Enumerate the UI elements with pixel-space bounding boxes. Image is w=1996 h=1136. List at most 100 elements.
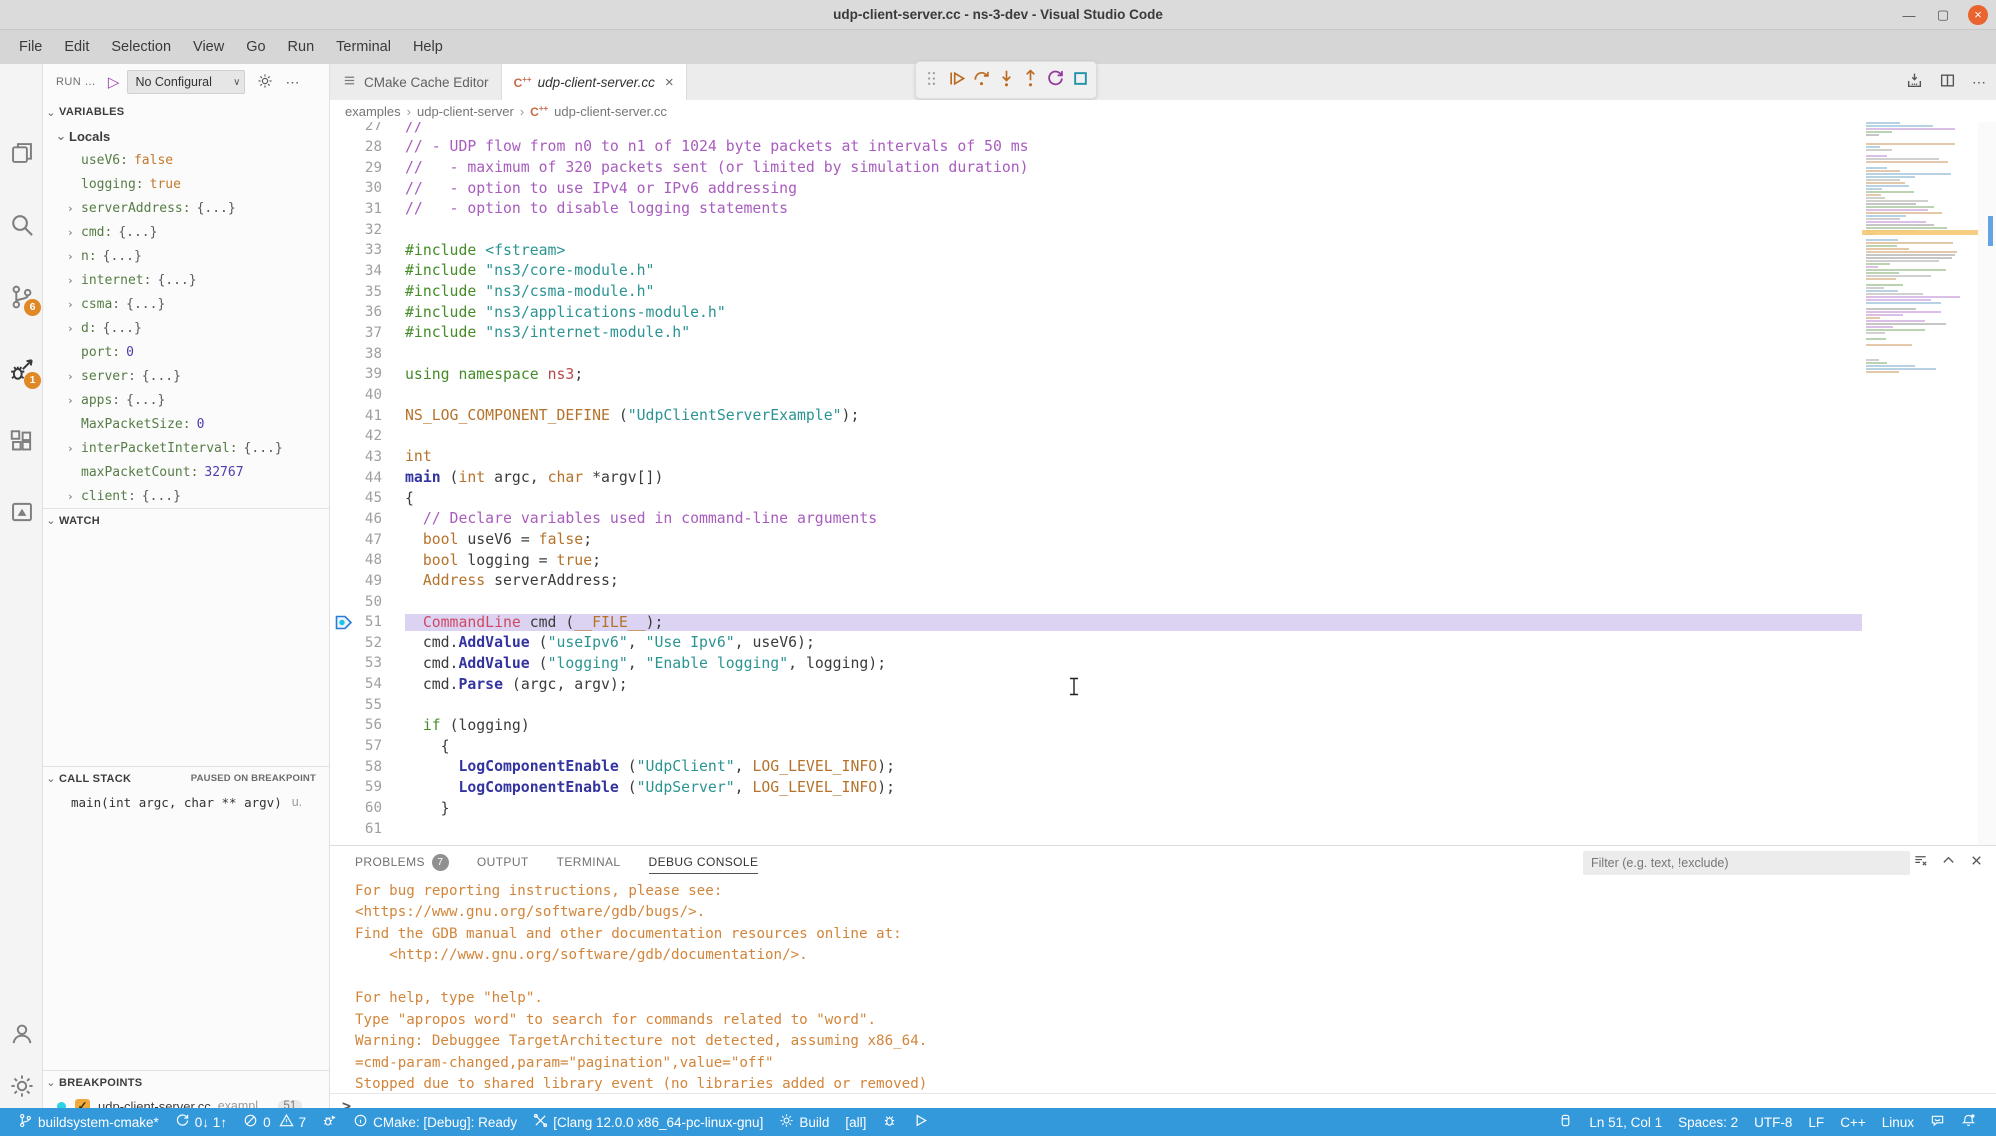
code-line-30[interactable]: 30// - option to use IPv4 or IPv6 addres… (330, 178, 1862, 199)
code-line-49[interactable]: 49 Address serverAddress; (330, 571, 1862, 592)
minimize-icon[interactable]: — (1900, 8, 1918, 23)
variable-row-MaxPacketSize[interactable]: MaxPacketSize:0 (43, 412, 330, 436)
statusbar-sync-status[interactable]: 0↓ 1↑ (167, 1108, 235, 1136)
activity-account-icon[interactable] (0, 1012, 43, 1055)
variable-row-internet[interactable]: ›internet:{...} (43, 268, 330, 292)
variable-row-serverAddress[interactable]: ›serverAddress:{...} (43, 196, 330, 220)
statusbar-debug-target-button[interactable] (874, 1108, 905, 1136)
gutter[interactable] (330, 674, 356, 695)
expand-chevron-icon[interactable]: › (67, 226, 81, 239)
statusbar-build-button[interactable]: Build (771, 1108, 837, 1136)
panel-tab-problems[interactable]: PROBLEMS7 (355, 846, 449, 878)
call-stack-section-header[interactable]: ⌄CALL STACK PAUSED ON BREAKPOINT (43, 766, 330, 790)
variable-row-interPacketInterval[interactable]: ›interPacketInterval:{...} (43, 436, 330, 460)
activity-test-panel-icon[interactable] (0, 490, 43, 533)
variable-row-n[interactable]: ›n:{...} (43, 244, 330, 268)
statusbar-encoding[interactable]: UTF-8 (1746, 1108, 1800, 1136)
code-line-46[interactable]: 46 // Declare variables used in command-… (330, 509, 1862, 530)
statusbar-cask-indicator[interactable] (1550, 1108, 1581, 1136)
code-line-50[interactable]: 50 (330, 591, 1862, 612)
code-line-44[interactable]: 44main (int argc, char *argv[]) (330, 467, 1862, 488)
variable-row-client[interactable]: ›client:{...} (43, 484, 330, 508)
menu-edit[interactable]: Edit (53, 35, 100, 59)
gutter[interactable] (330, 591, 356, 612)
menu-go[interactable]: Go (235, 35, 276, 59)
gutter[interactable] (330, 550, 356, 571)
code-line-54[interactable]: 54 cmd.Parse (argc, argv); (330, 674, 1862, 695)
step-out-icon[interactable] (1021, 69, 1040, 91)
gutter[interactable] (330, 405, 356, 426)
code-line-51[interactable]: 51 CommandLine cmd (__FILE__); (330, 612, 1862, 633)
expand-chevron-icon[interactable]: › (67, 274, 81, 287)
editor-scrollbar[interactable] (1978, 122, 1996, 845)
variables-section-header[interactable]: ⌄VARIABLES (43, 100, 330, 124)
code-editor[interactable]: 27//28// - UDP flow from n0 to n1 of 102… (330, 122, 1996, 845)
gutter[interactable] (330, 261, 356, 282)
breadcrumb-item[interactable]: udp-client-server (417, 104, 514, 119)
code-line-57[interactable]: 57 { (330, 736, 1862, 757)
expand-chevron-icon[interactable]: › (67, 370, 81, 383)
variable-row-useV6[interactable]: useV6:false (43, 148, 330, 172)
expand-chevron-icon[interactable]: › (67, 250, 81, 263)
tab-udp-client-server[interactable]: C++ udp-client-server.cc × (502, 64, 687, 100)
code-line-60[interactable]: 60 } (330, 798, 1862, 819)
gutter[interactable] (330, 122, 356, 137)
code-line-52[interactable]: 52 cmd.AddValue ("useIpv6", "Use Ipv6", … (330, 633, 1862, 654)
close-icon[interactable]: × (1968, 5, 1988, 25)
statusbar-debug-status[interactable] (314, 1108, 345, 1136)
code-line-32[interactable]: 32 (330, 219, 1862, 240)
statusbar-eol[interactable]: LF (1800, 1108, 1832, 1136)
gutter[interactable] (330, 343, 356, 364)
debug-config-dropdown[interactable]: No Configural ∨ (127, 70, 245, 94)
panel-tab-debug-console[interactable]: DEBUG CONSOLE (649, 846, 759, 878)
panel-tab-terminal[interactable]: TERMINAL (557, 846, 621, 878)
code-line-27[interactable]: 27// (330, 122, 1862, 137)
console-filter-input[interactable]: Filter (e.g. text, !exclude) (1583, 851, 1910, 875)
gutter[interactable] (330, 571, 356, 592)
stop-icon[interactable] (1071, 69, 1090, 91)
code-line-33[interactable]: 33#include <fstream> (330, 240, 1862, 261)
run-below-icon[interactable] (1906, 72, 1923, 92)
variable-row-server[interactable]: ›server:{...} (43, 364, 330, 388)
statusbar-cmake-status[interactable]: CMake: [Debug]: Ready (345, 1108, 525, 1136)
activity-extensions-icon[interactable] (0, 420, 43, 463)
code-line-59[interactable]: 59 LogComponentEnable ("UdpServer", LOG_… (330, 777, 1862, 798)
activity-settings-icon[interactable] (0, 1064, 43, 1107)
gutter[interactable] (330, 385, 356, 406)
gutter[interactable] (330, 756, 356, 777)
gutter[interactable] (330, 178, 356, 199)
variable-row-apps[interactable]: ›apps:{...} (43, 388, 330, 412)
gutter[interactable] (330, 199, 356, 220)
variable-row-maxPacketCount[interactable]: maxPacketCount:32767 (43, 460, 330, 484)
code-line-55[interactable]: 55 (330, 694, 1862, 715)
code-line-61[interactable]: 61 (330, 818, 1862, 839)
expand-chevron-icon[interactable]: › (67, 298, 81, 311)
statusbar-build-target[interactable]: [all] (837, 1108, 874, 1136)
activity-search-icon[interactable] (0, 203, 43, 246)
gutter[interactable] (330, 777, 356, 798)
variable-row-cmd[interactable]: ›cmd:{...} (43, 220, 330, 244)
code-line-35[interactable]: 35#include "ns3/csma-module.h" (330, 281, 1862, 302)
gutter[interactable] (330, 633, 356, 654)
statusbar-indentation[interactable]: Spaces: 2 (1670, 1108, 1746, 1136)
gutter[interactable] (330, 715, 356, 736)
variable-row-d[interactable]: ›d:{...} (43, 316, 330, 340)
panel-tab-output[interactable]: OUTPUT (477, 846, 529, 878)
more-actions-icon[interactable]: ⋯ (285, 74, 299, 91)
current-instruction-pointer-icon[interactable] (330, 612, 356, 633)
gutter[interactable] (330, 488, 356, 509)
variable-row-port[interactable]: port:0 (43, 340, 330, 364)
breadcrumb[interactable]: examples›udp-client-server›C++udp-client… (330, 100, 1996, 122)
code-line-37[interactable]: 37#include "ns3/internet-module.h" (330, 323, 1862, 344)
code-line-47[interactable]: 47 bool useV6 = false; (330, 529, 1862, 550)
breadcrumb-item[interactable]: udp-client-server.cc (554, 104, 667, 119)
variable-row-csma[interactable]: ›csma:{...} (43, 292, 330, 316)
gutter[interactable] (330, 653, 356, 674)
code-line-31[interactable]: 31// - option to disable logging stateme… (330, 199, 1862, 220)
activity-run-and-debug-icon[interactable]: 1 (0, 348, 43, 391)
code-line-45[interactable]: 45{ (330, 488, 1862, 509)
gutter[interactable] (330, 364, 356, 385)
debug-repl-input[interactable]: > (330, 1093, 1996, 1109)
continue-icon[interactable] (947, 69, 966, 91)
debug-settings-gear-icon[interactable] (257, 73, 273, 92)
